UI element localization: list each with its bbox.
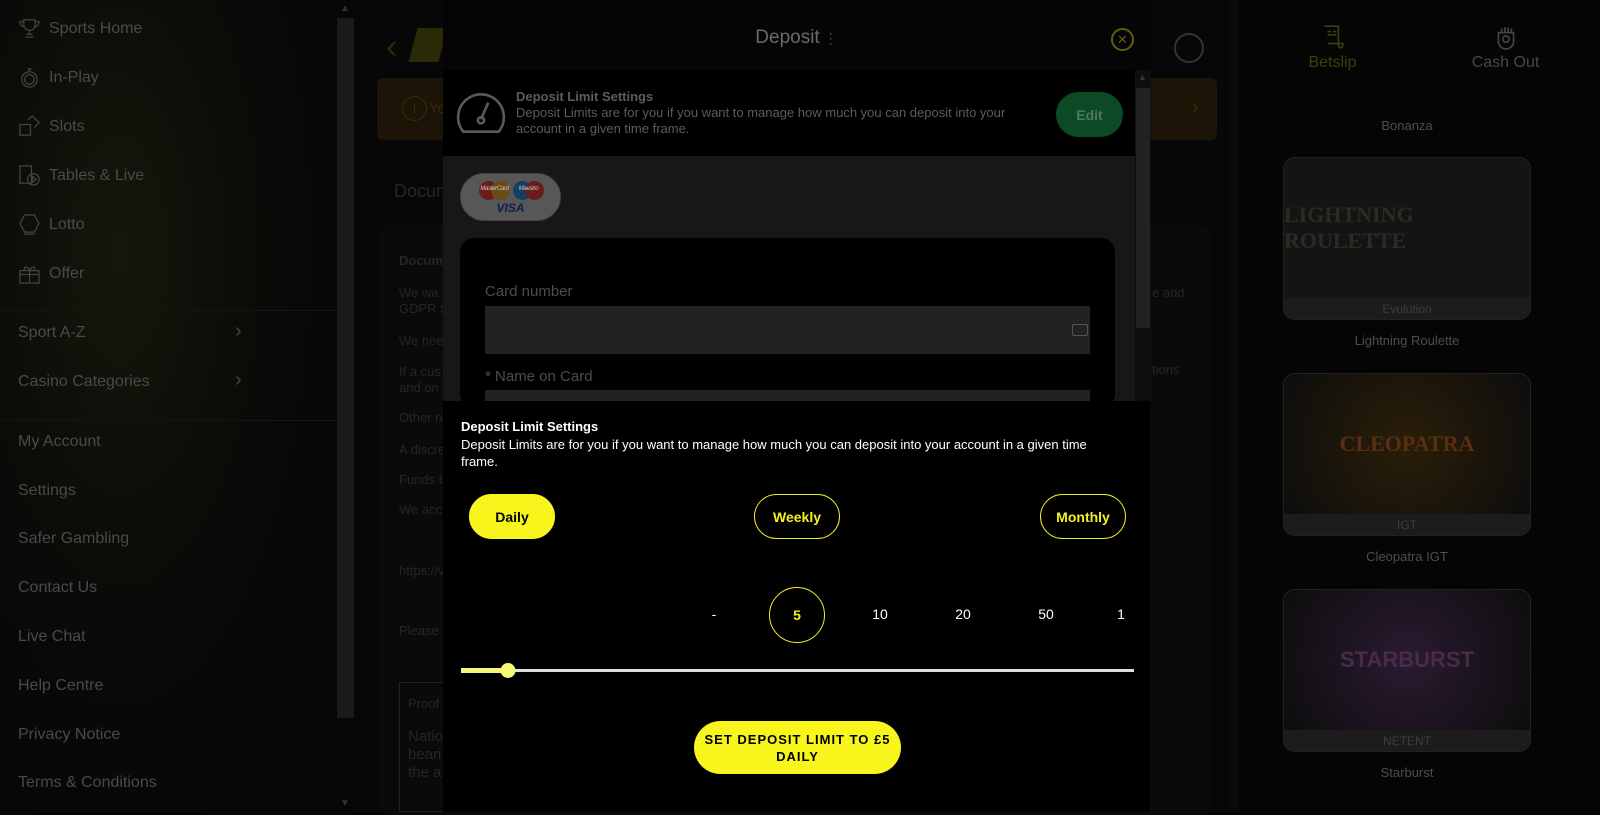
scroll-up-icon[interactable]: ▲ xyxy=(340,3,350,14)
sidebar-link-terms[interactable]: Terms & Conditions xyxy=(18,774,157,792)
modal-scrollbar[interactable]: ▲ xyxy=(1135,70,1151,400)
deposit-limit-summary: Deposit Limit Settings Deposit Limits ar… xyxy=(443,70,1135,156)
gift-icon xyxy=(19,266,40,284)
scroll-thumb[interactable] xyxy=(1136,88,1150,328)
sidebar-item-offer[interactable]: Offer xyxy=(18,262,84,285)
gauge-icon xyxy=(456,92,506,133)
amount-option[interactable]: 10 xyxy=(872,606,888,622)
game-tile-lightning-roulette[interactable]: LIGHTNING ROULETTE Evolution xyxy=(1283,157,1531,320)
tab-cash-out[interactable]: Cash Out xyxy=(1463,24,1548,72)
amount-option[interactable]: 20 xyxy=(955,606,971,622)
stopwatch-icon xyxy=(21,68,38,88)
limit-slider[interactable] xyxy=(461,668,1134,673)
edit-button[interactable]: Edit xyxy=(1056,92,1123,137)
amount-option[interactable]: 1 xyxy=(1117,606,1125,622)
game-tile-cleopatra[interactable]: CLEOPATRA IGT xyxy=(1283,373,1531,536)
period-weekly-button[interactable]: Weekly xyxy=(754,494,840,539)
card-scan-icon[interactable] xyxy=(1072,324,1088,336)
deposit-limit-panel: Deposit Limit Settings Deposit Limits ar… xyxy=(443,401,1150,812)
card-form: Card number * Name on Card xyxy=(460,238,1115,408)
alert-icon: ! xyxy=(402,96,427,121)
divider xyxy=(0,310,340,311)
lotto-ball-icon xyxy=(19,214,40,235)
modal-title: Deposit ⋮ xyxy=(755,27,838,48)
sidebar-item-slots[interactable]: Slots xyxy=(18,115,85,138)
scroll-down-icon[interactable]: ▼ xyxy=(340,798,350,809)
sidebar: Sports Home In-Play Slots Tables & Live … xyxy=(0,0,355,812)
card-logos[interactable]: MasterCard Maestro VISA xyxy=(460,173,561,221)
sidebar-scrollbar[interactable] xyxy=(337,18,354,718)
sidebar-item-casino-categories[interactable]: Casino Categories xyxy=(18,373,150,391)
chevron-right-icon: › xyxy=(235,369,242,391)
sidebar-link-settings[interactable]: Settings xyxy=(18,482,76,500)
amount-option[interactable]: 50 xyxy=(1038,606,1054,622)
close-icon[interactable]: ✕ xyxy=(1111,28,1134,51)
chevron-right-icon: › xyxy=(235,320,242,342)
divider xyxy=(0,420,340,421)
amount-option-selected[interactable]: 5 xyxy=(769,587,825,643)
sidebar-item-sports-home[interactable]: Sports Home xyxy=(18,17,142,40)
card-form-section: MasterCard Maestro VISA Card number * Na… xyxy=(443,156,1135,408)
sidebar-link-my-account[interactable]: My Account xyxy=(18,433,101,451)
game-tile-starburst[interactable]: STARBURST NETENT xyxy=(1283,589,1531,752)
card-number-input[interactable] xyxy=(485,306,1090,354)
amount-option[interactable]: - xyxy=(712,606,717,622)
game-name[interactable]: Cleopatra IGT xyxy=(1283,549,1531,564)
maestro-logo: Maestro xyxy=(513,181,544,200)
account-icon[interactable] xyxy=(1174,33,1204,63)
sidebar-link-contact-us[interactable]: Contact Us xyxy=(18,579,97,597)
sidebar-link-privacy-notice[interactable]: Privacy Notice xyxy=(18,726,120,744)
set-deposit-limit-button[interactable]: SET DEPOSIT LIMIT TO £5 DAILY xyxy=(694,721,901,774)
sidebar-item-in-play[interactable]: In-Play xyxy=(18,66,99,89)
cards-play-icon xyxy=(19,165,40,186)
dice-icon xyxy=(19,115,40,136)
mastercard-logo: MasterCard xyxy=(479,181,510,200)
sidebar-item-tables-live[interactable]: Tables & Live xyxy=(18,164,144,187)
sidebar-link-safer-gambling[interactable]: Safer Gambling xyxy=(18,530,129,548)
game-name[interactable]: Starburst xyxy=(1283,765,1531,780)
sidebar-link-help-centre[interactable]: Help Centre xyxy=(18,677,103,695)
period-daily-button[interactable]: Daily xyxy=(469,494,555,539)
slider-handle[interactable] xyxy=(500,663,516,678)
period-monthly-button[interactable]: Monthly xyxy=(1040,494,1126,539)
scroll-up-icon[interactable]: ▲ xyxy=(1138,72,1147,82)
cash-out-icon xyxy=(1497,27,1514,50)
chevron-right-icon: › xyxy=(1191,94,1199,119)
more-icon[interactable]: ⋮ xyxy=(824,30,838,46)
betslip-icon xyxy=(1323,25,1344,49)
tab-betslip[interactable]: Betslip xyxy=(1290,24,1375,72)
trophy-icon xyxy=(19,19,40,38)
sidebar-link-live-chat[interactable]: Live Chat xyxy=(18,628,86,646)
game-name[interactable]: Lightning Roulette xyxy=(1283,333,1531,348)
visa-logo: VISA xyxy=(496,201,525,215)
game-name[interactable]: Bonanza xyxy=(1283,118,1531,133)
modal-header: Deposit ⋮ ✕ xyxy=(443,0,1150,70)
sidebar-item-sport-a-z[interactable]: Sport A-Z xyxy=(18,324,86,342)
back-icon[interactable]: ‹ xyxy=(386,28,397,67)
sidebar-item-lotto[interactable]: Lotto xyxy=(18,213,85,236)
